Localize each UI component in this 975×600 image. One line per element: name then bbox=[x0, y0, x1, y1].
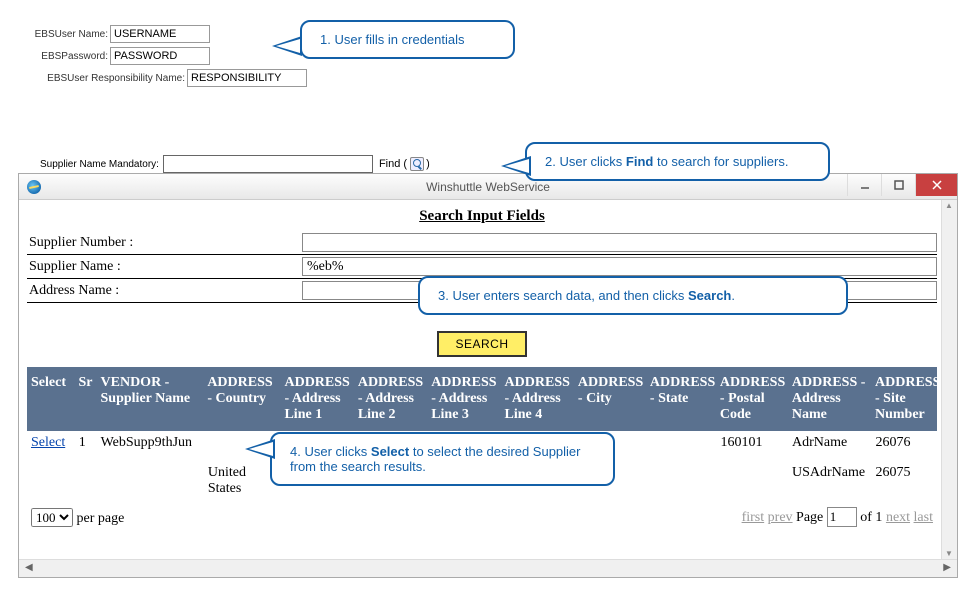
supplier-mandatory-input[interactable] bbox=[163, 155, 373, 173]
cell-postal: 160101 bbox=[716, 433, 788, 453]
hdr-postal: ADDRESS - Postal Code bbox=[716, 373, 788, 425]
webservice-window: Winshuttle WebService Search Input Field… bbox=[18, 173, 958, 578]
window-body: Search Input Fields Supplier Number : Su… bbox=[19, 200, 957, 559]
hdr-line2: ADDRESS - Address Line 2 bbox=[354, 373, 427, 425]
close-button[interactable] bbox=[915, 174, 957, 196]
supplier-mandatory-row: Supplier Name Mandatory: Find ( ) bbox=[40, 155, 430, 173]
hdr-line4: ADDRESS - Address Line 4 bbox=[501, 373, 574, 425]
pager: 100 per page first prev Page of 1 next l… bbox=[27, 507, 937, 527]
page-input[interactable] bbox=[827, 507, 857, 527]
pager-right: first prev Page of 1 next last bbox=[742, 507, 933, 527]
pass-label: EBSPassword: bbox=[30, 51, 108, 62]
hdr-city: ADDRESS - City bbox=[574, 373, 646, 425]
cell-sitenum: 26075 bbox=[871, 463, 937, 499]
resp-label: EBSUser Responsibility Name: bbox=[30, 73, 185, 84]
supplier-name-label: Supplier Name : bbox=[27, 259, 302, 275]
cell-sitenum: 26076 bbox=[871, 433, 937, 453]
supplier-number-label: Supplier Number : bbox=[27, 235, 302, 251]
address-name-label: Address Name : bbox=[27, 283, 302, 299]
supplier-name-input[interactable] bbox=[302, 257, 937, 276]
hdr-sitenum: ADDRESS - Site Number bbox=[871, 373, 937, 425]
supplier-number-row: Supplier Number : bbox=[27, 231, 937, 255]
first-link[interactable]: first bbox=[742, 510, 765, 525]
user-label: EBSUser Name: bbox=[30, 29, 108, 40]
ie-icon bbox=[27, 180, 41, 194]
supplier-mandatory-label: Supplier Name Mandatory: bbox=[40, 159, 159, 170]
pager-left: 100 per page bbox=[31, 508, 124, 527]
hdr-select: Select bbox=[27, 373, 75, 425]
page-label: Page bbox=[796, 510, 823, 525]
per-page-suffix: per page bbox=[77, 511, 125, 526]
supplier-number-input[interactable] bbox=[302, 233, 937, 252]
hdr-line3: ADDRESS - Address Line 3 bbox=[427, 373, 500, 425]
callout-2: 2. User clicks Find to search for suppli… bbox=[525, 142, 830, 181]
search-button-wrap: SEARCH bbox=[27, 331, 937, 357]
horizontal-scrollbar[interactable] bbox=[19, 559, 957, 577]
cell-adrname: AdrName bbox=[788, 433, 871, 453]
grid-header: Select Sr VENDOR - Supplier Name ADDRESS… bbox=[27, 367, 937, 431]
select-link[interactable]: Select bbox=[31, 435, 65, 450]
last-link[interactable]: last bbox=[914, 510, 933, 525]
search-button[interactable]: SEARCH bbox=[437, 331, 526, 357]
page-of: of 1 bbox=[860, 510, 882, 525]
user-row: EBSUser Name: bbox=[30, 25, 307, 43]
maximize-button[interactable] bbox=[881, 174, 915, 196]
ebs-password-input[interactable] bbox=[110, 47, 210, 65]
prev-link[interactable]: prev bbox=[768, 510, 793, 525]
window-buttons bbox=[847, 174, 957, 196]
ebs-user-input[interactable] bbox=[110, 25, 210, 43]
per-page-select[interactable]: 100 bbox=[31, 508, 73, 527]
callout-4: 4. User clicks Select to select the desi… bbox=[270, 432, 615, 486]
hdr-sr: Sr bbox=[75, 373, 97, 425]
callout-1: 1. User fills in credentials bbox=[300, 20, 515, 59]
hdr-state: ADDRESS - State bbox=[646, 373, 716, 425]
next-link[interactable]: next bbox=[886, 510, 910, 525]
window-title: Winshuttle WebService bbox=[426, 180, 550, 194]
cell-sr: 1 bbox=[75, 433, 97, 453]
find-close: ) bbox=[426, 158, 430, 170]
cell-adrname: USAdrName bbox=[788, 463, 871, 499]
hdr-country: ADDRESS - Country bbox=[203, 373, 280, 425]
find-magnifier-icon[interactable] bbox=[410, 157, 424, 171]
ebs-responsibility-input[interactable] bbox=[187, 69, 307, 87]
find-label: Find ( bbox=[379, 158, 407, 170]
hdr-line1: ADDRESS - Address Line 1 bbox=[280, 373, 353, 425]
minimize-button[interactable] bbox=[847, 174, 881, 196]
pass-row: EBSPassword: bbox=[30, 47, 307, 65]
cell-vendor: WebSupp9thJun bbox=[97, 433, 204, 453]
vertical-scrollbar[interactable] bbox=[941, 200, 957, 559]
hdr-adrname: ADDRESS - Address Name bbox=[788, 373, 871, 425]
hdr-vendor: VENDOR - Supplier Name bbox=[97, 373, 204, 425]
credentials-block: EBSUser Name: EBSPassword: EBSUser Respo… bbox=[30, 25, 307, 91]
resp-row: EBSUser Responsibility Name: bbox=[30, 69, 307, 87]
callout-3: 3. User enters search data, and then cli… bbox=[418, 276, 848, 315]
search-input-fields-heading: Search Input Fields bbox=[27, 208, 937, 225]
